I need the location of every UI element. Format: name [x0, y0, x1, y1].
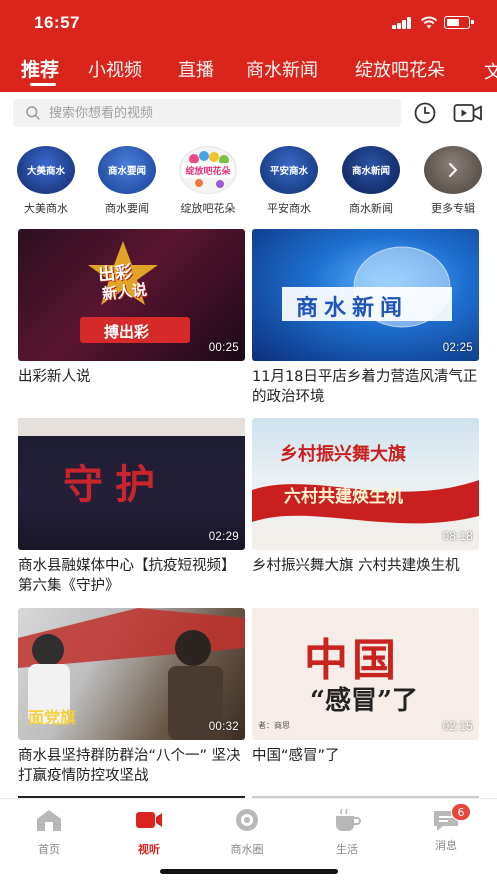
nav-label: 视听 — [138, 843, 160, 856]
tab-shangshui-news[interactable]: 商水新闻 — [246, 56, 318, 82]
nav-label: 首页 — [38, 843, 60, 856]
overlay-text: 商水新闻 — [296, 296, 409, 321]
tab-overflow[interactable]: 文 — [484, 58, 497, 80]
channel-label: 商水新闻 — [349, 202, 393, 215]
battery-icon — [444, 16, 474, 29]
overlay-text: 六村共建焕生机 — [284, 487, 403, 507]
channel-pingan-shangshui[interactable]: 平安商水 平安商水 — [258, 146, 320, 216]
unread-badge: 6 — [451, 803, 471, 821]
channel-more-albums[interactable]: 更多专辑 — [422, 146, 484, 216]
top-header: 16:57 推荐 小视频 直播 商水新闻 绽放吧花朵 文 — [0, 0, 497, 92]
chevron-right-icon — [449, 163, 457, 177]
video-duration: 00:25 — [208, 342, 239, 354]
overlay-text: 乡村振兴舞大旗 — [280, 444, 406, 465]
video-card[interactable]: 守护 02:29 商水县融媒体中心【抗疫短视频】第六集《守护》 — [18, 418, 245, 596]
overlay-text: “感冒”了 — [310, 686, 418, 716]
search-icon — [26, 106, 40, 120]
camera-lens-icon — [236, 809, 258, 831]
channel-avatar: 商水新闻 — [342, 146, 400, 194]
nav-label: 商水圈 — [230, 843, 264, 856]
overlay-text: 面党旗 — [28, 708, 77, 727]
video-thumbnail: 面党旗 00:32 — [18, 608, 245, 740]
video-card[interactable]: 出彩 新人说 搏出彩 00:25 出彩新人说 — [18, 229, 245, 387]
channel-avatar: 绽放吧花朵 — [179, 146, 237, 194]
video-duration: 02:15 — [442, 721, 473, 733]
channel-avatar: 商水要闻 — [98, 146, 156, 194]
cellular-signal-icon — [392, 17, 412, 29]
overlay-text: 者：商思 — [258, 721, 290, 730]
video-duration: 02:25 — [442, 342, 473, 354]
active-tab-indicator — [30, 83, 56, 86]
video-thumbnail: 商水新闻 02:25 — [252, 229, 479, 361]
channel-avatar-text: 商水新闻 — [351, 166, 390, 177]
nav-home[interactable]: 首页 — [16, 807, 82, 857]
channel-avatar — [424, 146, 482, 194]
video-card[interactable]: 乡村振兴舞大旗 六村共建焕生机 08:18 乡村振兴舞大旗 六村共建焕生机 — [252, 418, 479, 576]
video-card[interactable]: 中国 “感冒”了 者：商思 02:15 中国“感冒”了 — [252, 608, 479, 766]
clock-icon[interactable] — [413, 101, 437, 125]
tab-bloom-flowers[interactable]: 绽放吧花朵 — [355, 56, 445, 82]
overlay-text: 守护 — [63, 461, 167, 508]
tab-short-video[interactable]: 小视频 — [88, 56, 142, 82]
channel-label: 更多专辑 — [431, 202, 475, 215]
tab-live[interactable]: 直播 — [178, 56, 214, 82]
channel-avatar-text: 平安商水 — [269, 166, 308, 177]
nav-video[interactable]: 视听 — [116, 807, 182, 857]
channel-label: 平安商水 — [267, 202, 311, 215]
channel-avatar-text: 绽放吧花朵 — [182, 162, 234, 178]
video-duration: 08:18 — [442, 531, 473, 543]
coffee-cup-icon — [336, 808, 361, 831]
nav-label: 消息 — [435, 839, 457, 852]
nav-shangshui-circle[interactable]: 商水圈 — [214, 807, 280, 857]
thumb-top-strip — [18, 418, 245, 436]
video-thumbnail: 乡村振兴舞大旗 六村共建焕生机 08:18 — [252, 418, 479, 550]
video-title: 商水县坚持群防群治“八个一” 坚决打赢疫情防控攻坚战 — [18, 748, 241, 784]
channel-bloom-flowers[interactable]: 绽放吧花朵 绽放吧花朵 — [177, 146, 239, 216]
video-title: 出彩新人说 — [18, 369, 91, 385]
channel-label: 绽放吧花朵 — [180, 202, 236, 215]
nav-life[interactable]: 生活 — [314, 807, 380, 857]
channel-label: 大美商水 — [24, 202, 68, 215]
channel-dameishangshui[interactable]: 大美商水 大美商水 — [15, 146, 77, 216]
video-thumbnail: 守护 02:29 — [18, 418, 245, 550]
channel-avatar-text: 商水要闻 — [107, 166, 146, 177]
nav-label: 生活 — [336, 843, 358, 856]
overlay-text: 搏出彩 — [104, 323, 150, 341]
message-icon-wrap: 6 — [431, 803, 471, 833]
channel-shangshui-news[interactable]: 商水新闻 商水新闻 — [340, 146, 402, 216]
home-icon — [37, 810, 61, 831]
video-thumbnail: 中国 “感冒”了 者：商思 02:15 — [252, 608, 479, 740]
nav-messages[interactable]: 6 消息 — [413, 803, 479, 853]
video-title: 11月18日平店乡着力营造风清气正的政治环境 — [252, 369, 478, 405]
search-input[interactable] — [49, 102, 389, 124]
video-camera-icon[interactable] — [453, 102, 483, 124]
video-duration: 02:29 — [208, 531, 239, 543]
wifi-icon — [420, 16, 438, 29]
channel-shangshui-yaowen[interactable]: 商水要闻 商水要闻 — [96, 146, 158, 216]
home-indicator — [160, 869, 338, 874]
video-duration: 00:32 — [208, 721, 239, 733]
channel-avatar-text: 大美商水 — [26, 166, 65, 177]
status-time: 16:57 — [34, 13, 80, 32]
video-thumbnail: 出彩 新人说 搏出彩 00:25 — [18, 229, 245, 361]
overlay-text: 中国 — [304, 635, 400, 686]
channel-label: 商水要闻 — [105, 202, 149, 215]
tab-recommend[interactable]: 推荐 — [21, 55, 59, 82]
video-title: 中国“感冒”了 — [252, 748, 340, 764]
search-bar[interactable] — [13, 99, 401, 127]
channel-avatar: 大美商水 — [17, 146, 75, 194]
video-card[interactable]: 面党旗 00:32 商水县坚持群防群治“八个一” 坚决打赢疫情防控攻坚战 — [18, 608, 245, 786]
channel-avatar: 平安商水 — [260, 146, 318, 194]
video-title: 商水县融媒体中心【抗疫短视频】第六集《守护》 — [18, 558, 236, 594]
video-icon — [136, 812, 162, 828]
video-title: 乡村振兴舞大旗 六村共建焕生机 — [252, 558, 460, 574]
video-card[interactable]: 商水新闻 02:25 11月18日平店乡着力营造风清气正的政治环境 — [252, 229, 479, 407]
